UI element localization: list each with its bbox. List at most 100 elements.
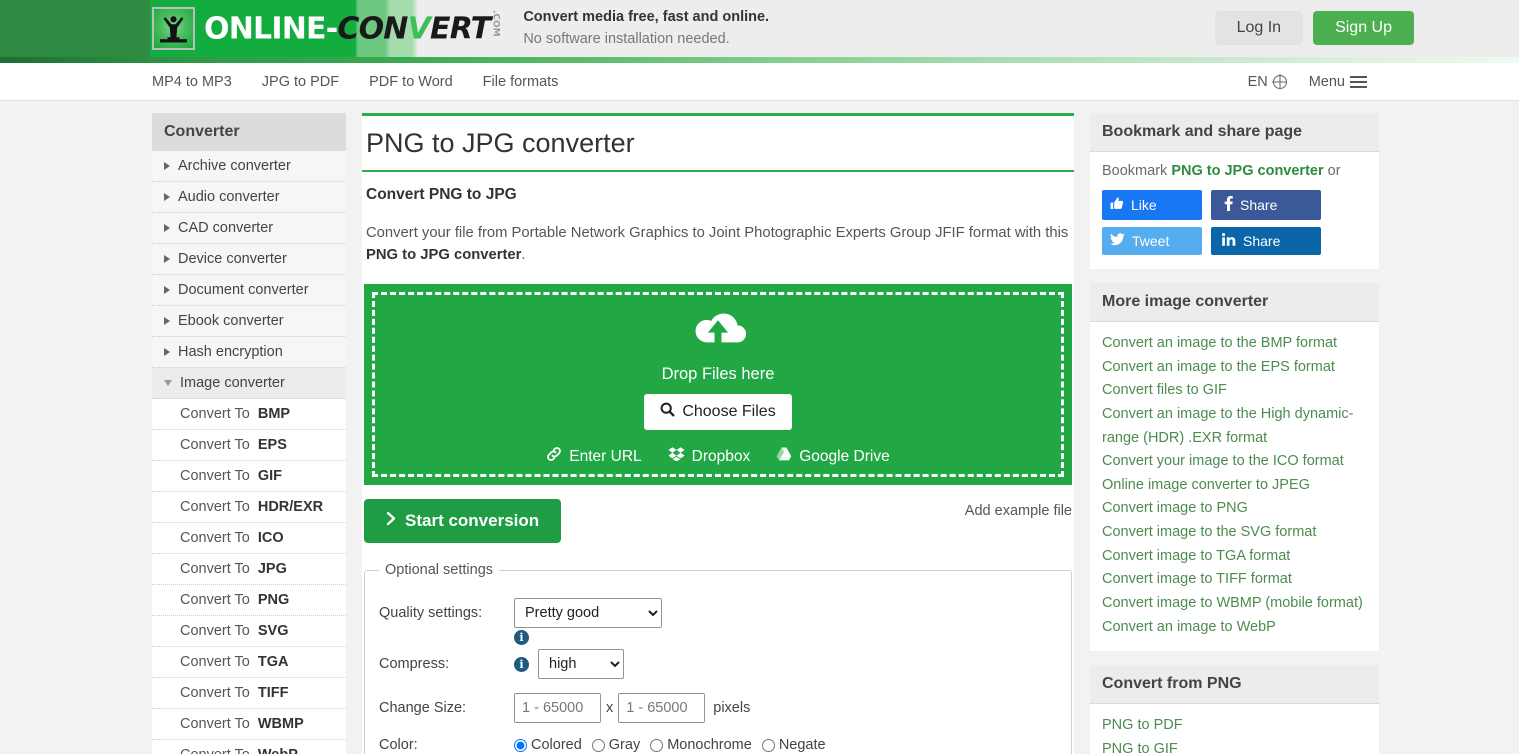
linkedin-share-button[interactable]: Share: [1211, 227, 1321, 255]
share-button-label: Share: [1240, 197, 1278, 213]
more-link-png[interactable]: Convert image to PNG: [1102, 497, 1367, 521]
color-option-label: Gray: [608, 737, 641, 754]
chevron-right-icon: [386, 511, 397, 531]
color-option-gray[interactable]: Gray: [591, 737, 641, 754]
file-dropzone[interactable]: Drop Files here Choose Files Enter URL D…: [364, 284, 1072, 486]
color-option-colored[interactable]: Colored: [514, 737, 582, 753]
sidebar-subitem-prefix: Convert To: [180, 623, 250, 639]
more-link-bmp[interactable]: Convert an image to the BMP format: [1102, 332, 1367, 356]
menu-label: Menu: [1308, 73, 1345, 90]
sidebar-subitem-convert-to-gif[interactable]: Convert To GIF: [152, 461, 346, 492]
more-link-webp[interactable]: Convert an image to WebP: [1102, 616, 1367, 640]
more-link-svg[interactable]: Convert image to the SVG format: [1102, 521, 1367, 545]
more-link-gif[interactable]: Convert files to GIF: [1102, 379, 1367, 403]
more-link-tiff[interactable]: Convert image to TIFF format: [1102, 568, 1367, 592]
sidebar-subitem-convert-to-tga[interactable]: Convert To TGA: [152, 647, 346, 678]
nav-link-file-formats[interactable]: File formats: [483, 74, 559, 90]
sidebar-item-hash-encryption[interactable]: Hash encryption: [152, 337, 346, 368]
sidebar-subitem-format: HDR/EXR: [257, 499, 324, 515]
source-enter-url[interactable]: Enter URL: [546, 446, 642, 467]
more-link-wbmp[interactable]: Convert image to WBMP (mobile format): [1102, 592, 1367, 616]
chevron-right-icon: [164, 317, 170, 325]
nav-link-pdf-to-word[interactable]: PDF to Word: [369, 74, 453, 90]
sidebar-item-label: Document converter: [178, 282, 309, 298]
logo-rt: ERT: [430, 11, 491, 47]
page-title: PNG to JPG converter: [366, 128, 635, 158]
nav-link-jpg-to-pdf[interactable]: JPG to PDF: [262, 74, 339, 90]
sidebar-subitem-convert-to-svg[interactable]: Convert To SVG: [152, 616, 346, 647]
logo-com: .COM: [490, 10, 501, 37]
size-width-input[interactable]: [514, 693, 601, 724]
sidebar-subitem-format: EPS: [257, 437, 287, 453]
sidebar-title: Converter: [152, 113, 346, 151]
sidebar-subitem-convert-to-hdr-exr[interactable]: Convert To HDR/EXR: [152, 492, 346, 523]
sidebar-item-device-converter[interactable]: Device converter: [152, 244, 346, 275]
sidebar-subitem-convert-to-wbmp[interactable]: Convert To WBMP: [152, 709, 346, 740]
language-selector[interactable]: EN: [1248, 74, 1287, 90]
sidebar-item-label: Hash encryption: [178, 344, 283, 360]
more-link-hdr-exr[interactable]: Convert an image to the High dynamic-ran…: [1102, 403, 1367, 450]
sidebar-item-audio-converter[interactable]: Audio converter: [152, 182, 346, 213]
size-unit-label: pixels: [713, 700, 751, 717]
signup-button[interactable]: Sign Up: [1313, 11, 1414, 45]
language-label: EN: [1247, 73, 1268, 90]
sidebar-subitem-prefix: Convert To: [180, 561, 250, 577]
bookmark-share-card: Bookmark and share page Bookmark PNG to …: [1090, 113, 1379, 269]
sidebar-subitem-convert-to-png[interactable]: Convert To PNG: [152, 585, 346, 616]
color-radio-gray[interactable]: [591, 738, 605, 752]
more-link-eps[interactable]: Convert an image to the EPS format: [1102, 356, 1367, 380]
sidebar-subitem-convert-to-tiff[interactable]: Convert To TIFF: [152, 678, 346, 709]
size-height-input[interactable]: [618, 693, 706, 724]
more-links-list: Convert an image to the BMP format Conve…: [1090, 322, 1379, 651]
sidebar-subitem-convert-to-webp[interactable]: Convert To WebP: [152, 740, 346, 754]
compress-info-icon[interactable]: i: [514, 656, 529, 672]
sidebar-subitem-convert-to-jpg[interactable]: Convert To JPG: [152, 554, 346, 585]
start-conversion-label: Start conversion: [405, 511, 540, 531]
more-link-tga[interactable]: Convert image to TGA format: [1102, 545, 1367, 569]
more-link-jpeg[interactable]: Online image converter to JPEG: [1102, 474, 1367, 498]
facebook-share-button[interactable]: Share: [1211, 190, 1321, 220]
sidebar-subitem-prefix: Convert To: [180, 685, 250, 701]
sidebar-item-ebook-converter[interactable]: Ebook converter: [152, 306, 346, 337]
sidebar-item-cad-converter[interactable]: CAD converter: [152, 213, 346, 244]
quality-settings-label: Quality settings:: [379, 605, 483, 622]
quality-info-icon[interactable]: i: [514, 630, 529, 646]
from-link-png-to-pdf[interactable]: PNG to PDF: [1102, 714, 1367, 738]
chevron-right-icon: [164, 255, 170, 263]
color-option-monochrome[interactable]: Monochrome: [650, 737, 752, 753]
source-google-drive[interactable]: Google Drive: [776, 446, 890, 467]
add-example-file-link[interactable]: Add example file: [965, 503, 1072, 519]
twitter-tweet-button[interactable]: Tweet: [1102, 227, 1202, 255]
facebook-like-button[interactable]: Like: [1102, 190, 1202, 220]
sidebar-item-document-converter[interactable]: Document converter: [152, 275, 346, 306]
menu-button[interactable]: Menu: [1309, 74, 1367, 90]
source-dropbox[interactable]: Dropbox: [668, 446, 750, 467]
choose-files-button[interactable]: Choose Files: [644, 394, 792, 431]
convert-from-png-card: Convert from PNG PNG to PDF PNG to GIF: [1090, 665, 1379, 754]
site-logo[interactable]: ONLINE-CONVERT.COM: [152, 7, 501, 50]
sidebar-subitem-prefix: Convert To: [180, 747, 250, 754]
nav-link-mp4-to-mp3[interactable]: MP4 to MP3: [152, 74, 232, 90]
color-radio-negate[interactable]: [761, 738, 775, 752]
sidebar-subitem-convert-to-eps[interactable]: Convert To EPS: [152, 430, 346, 461]
more-link-ico[interactable]: Convert your image to the ICO format: [1102, 450, 1367, 474]
right-sidebar: Bookmark and share page Bookmark PNG to …: [1090, 113, 1379, 754]
linkedin-icon: [1222, 233, 1236, 249]
sidebar-subitem-format: PNG: [257, 592, 290, 608]
sidebar-subitem-convert-to-bmp[interactable]: Convert To BMP: [152, 399, 346, 430]
color-radio-monochrome[interactable]: [650, 738, 664, 752]
color-radio-colored[interactable]: [514, 738, 527, 752]
quality-settings-select[interactable]: Pretty good: [514, 598, 662, 629]
compress-select[interactable]: high: [538, 649, 624, 680]
start-conversion-button[interactable]: Start conversion: [364, 499, 562, 544]
sidebar-subitem-format: TIFF: [257, 685, 289, 701]
person-logo-icon: [152, 7, 195, 50]
from-link-png-to-gif[interactable]: PNG to GIF: [1102, 738, 1367, 754]
login-button[interactable]: Log In: [1214, 11, 1304, 45]
sidebar-item-archive-converter[interactable]: Archive converter: [152, 151, 346, 182]
google-drive-icon: [776, 446, 792, 467]
sidebar-item-image-converter[interactable]: Image converter: [152, 368, 346, 399]
sidebar-subitem-convert-to-ico[interactable]: Convert To ICO: [152, 523, 346, 554]
color-option-negate[interactable]: Negate: [761, 737, 826, 753]
chevron-right-icon: [164, 224, 170, 232]
